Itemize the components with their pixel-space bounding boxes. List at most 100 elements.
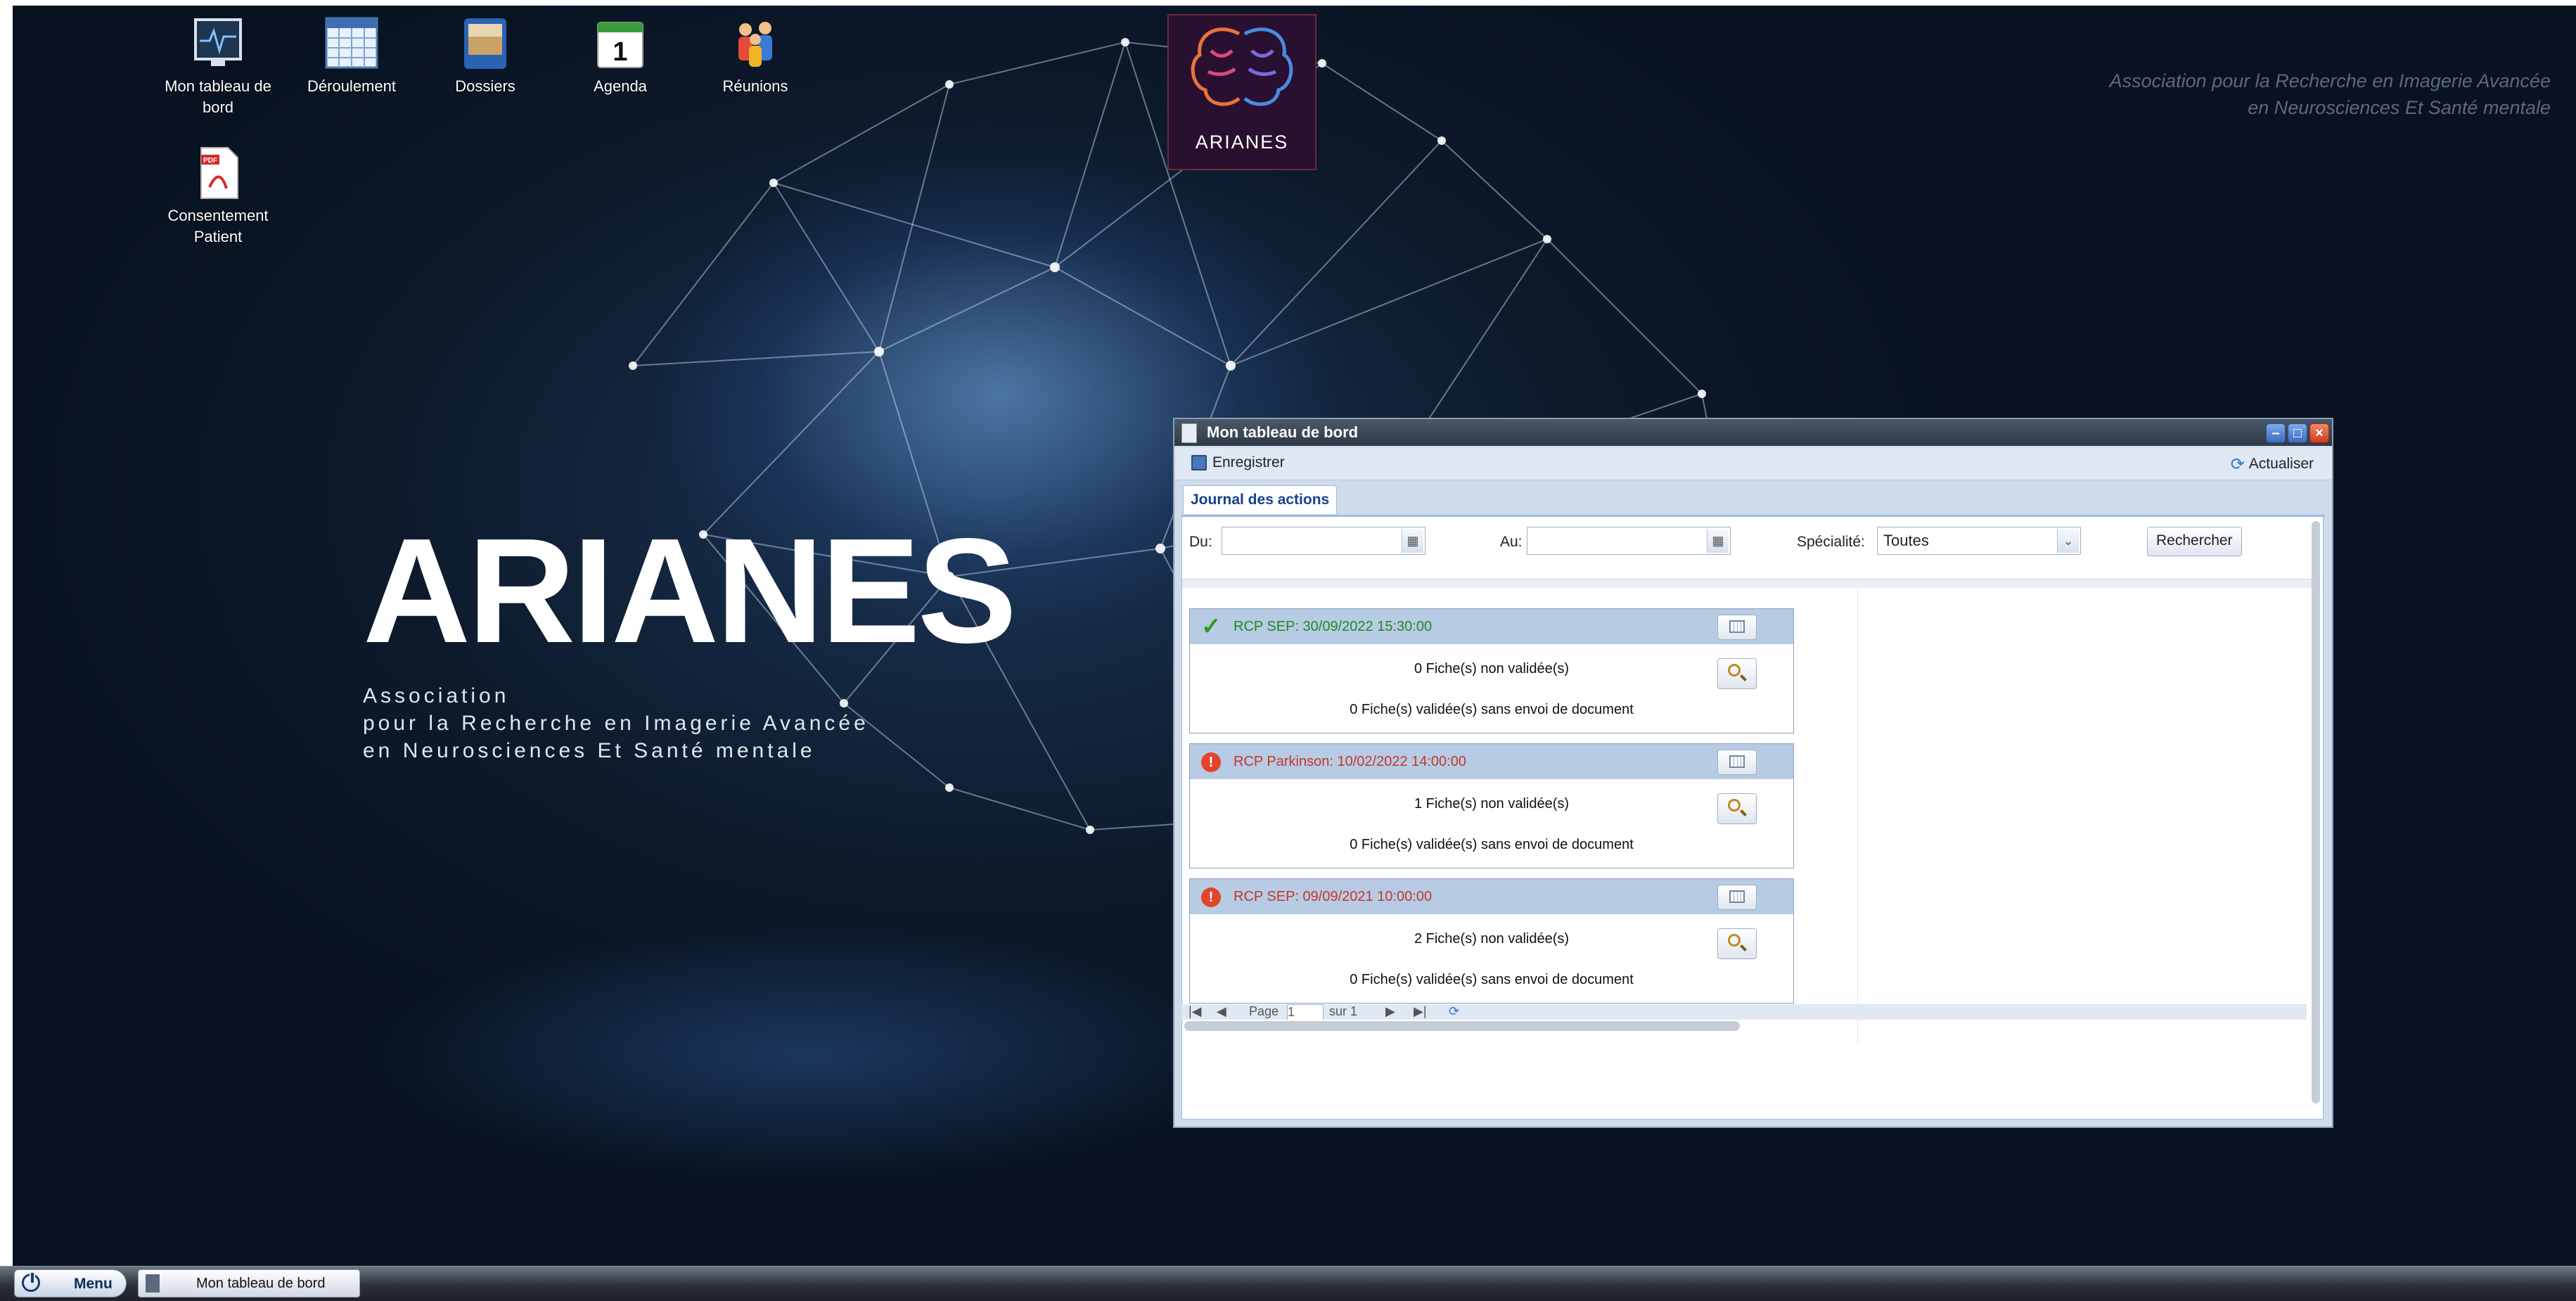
desktop-icon-dossiers[interactable]: Dossiers xyxy=(429,15,542,97)
specialty-select[interactable]: Toutes ⌄ xyxy=(1877,527,2081,555)
agenda-icon: 1 xyxy=(597,22,643,68)
tab-journal-des-actions[interactable]: Journal des actions xyxy=(1183,485,1338,514)
to-date-field[interactable]: ▦ xyxy=(1527,527,1731,555)
desktop-icon-label: Déroulement xyxy=(307,77,396,95)
subtitle-line: Association xyxy=(363,684,510,707)
pdf-icon: PDF xyxy=(200,147,238,199)
calendar-icon xyxy=(1729,755,1745,768)
save-label: Enregistrer xyxy=(1212,454,1285,470)
brain-logo-icon xyxy=(1191,27,1293,106)
brand-title: ARIANES xyxy=(363,507,1017,674)
menu-button[interactable]: Menu xyxy=(14,1269,127,1297)
from-label: Du: xyxy=(1189,534,1212,550)
search-button[interactable]: Rechercher xyxy=(2147,527,2242,556)
specialty-label: Spécialité: xyxy=(1797,534,1865,550)
calendar-picker-icon[interactable]: ▦ xyxy=(1402,529,1423,553)
meeting-card-header: ! RCP Parkinson: 10/02/2022 14:00:00 xyxy=(1190,744,1793,779)
warning-icon: ! xyxy=(1201,752,1221,772)
to-label: Au: xyxy=(1500,534,1523,550)
meeting-card-header: ✓ RCP SEP: 30/09/2022 15:30:00 xyxy=(1190,609,1793,644)
vertical-scrollbar[interactable] xyxy=(2312,521,2320,1103)
page-input[interactable]: 1 xyxy=(1287,1004,1324,1020)
window-toolbar: Enregistrer ⟳ Actualiser xyxy=(1174,447,2332,480)
column-separator xyxy=(1857,587,1858,1044)
first-page-icon[interactable]: |◀ xyxy=(1188,1004,1202,1019)
people-icon xyxy=(738,22,772,67)
arianes-logo: ARIANES xyxy=(1167,14,1316,170)
horizontal-scrollbar[interactable] xyxy=(1184,1021,1740,1031)
window-controls: – □ × xyxy=(2264,423,2329,450)
window-document-icon xyxy=(146,1274,160,1293)
menu-label: Menu xyxy=(74,1276,113,1292)
svg-text:PDF: PDF xyxy=(203,157,217,165)
prev-page-icon[interactable]: ◀ xyxy=(1217,1004,1226,1019)
desktop-icon-reunions[interactable]: Réunions xyxy=(699,15,812,97)
unvalidated-count: 1 Fiche(s) non validée(s) xyxy=(1414,796,1570,812)
desktop-icon-label: Réunions xyxy=(722,77,788,95)
meeting-card: ! RCP Parkinson: 10/02/2022 14:00:00 1 F… xyxy=(1189,743,1794,869)
dashboard-icon xyxy=(194,18,242,66)
meeting-card: ! RCP SEP: 09/09/2021 10:00:00 2 Fiche(s… xyxy=(1189,878,1794,1004)
folder-icon xyxy=(464,18,506,69)
meeting-title: RCP SEP: 30/09/2022 15:30:00 xyxy=(1233,619,1433,634)
tagline-line: en Neurosciences Et Santé mentale xyxy=(2248,97,2551,118)
last-page-icon[interactable]: ▶| xyxy=(1414,1004,1427,1019)
desktop-icon-agenda[interactable]: 1 Agenda xyxy=(564,15,677,97)
meeting-title: RCP SEP: 09/09/2021 10:00:00 xyxy=(1233,889,1433,904)
desktop: Mon tableau de bord Déroulement Dossiers… xyxy=(0,0,2576,1301)
save-button[interactable]: Enregistrer xyxy=(1191,454,1285,471)
desktop-icon-label: Mon tableau de bord xyxy=(165,77,271,116)
checkmark-icon: ✓ xyxy=(1201,613,1222,640)
calendar-icon xyxy=(1729,620,1745,633)
refresh-page-icon[interactable]: ⟳ xyxy=(1449,1004,1459,1019)
desktop-icon-deroulement[interactable]: Déroulement xyxy=(295,15,408,97)
specialty-value: Toutes xyxy=(1883,532,1929,549)
unvalidated-count: 0 Fiche(s) non validée(s) xyxy=(1414,661,1570,677)
desktop-icon-label: Dossiers xyxy=(455,77,515,95)
desktop-icon-label: Consentement Patient xyxy=(167,207,269,245)
calendar-button[interactable] xyxy=(1717,885,1757,910)
pagination-bar: |◀ ◀ Page 1 sur 1 ▶ ▶| ⟳ xyxy=(1181,1004,2307,1020)
chevron-down-icon[interactable]: ⌄ xyxy=(2057,529,2079,553)
meeting-title: RCP Parkinson: 10/02/2022 14:00:00 xyxy=(1233,754,1466,769)
meeting-card-header: ! RCP SEP: 09/09/2021 10:00:00 xyxy=(1190,879,1793,914)
window-titlebar[interactable]: Mon tableau de bord – □ × xyxy=(1174,419,2332,446)
window-title: Mon tableau de bord xyxy=(1207,423,1359,441)
calendar-button[interactable] xyxy=(1717,615,1757,640)
logo-name: ARIANES xyxy=(1195,132,1289,153)
svg-text:1: 1 xyxy=(613,37,627,67)
window-document-icon xyxy=(1181,423,1197,443)
calendar-picker-icon[interactable]: ▦ xyxy=(1707,529,1729,553)
from-date-field[interactable]: ▦ xyxy=(1222,527,1425,555)
meeting-card: ✓ RCP SEP: 30/09/2022 15:30:00 0 Fiche(s… xyxy=(1189,608,1794,733)
power-icon xyxy=(22,1271,40,1292)
page-count-label: sur 1 xyxy=(1329,1004,1358,1018)
refresh-icon: ⟳ xyxy=(2230,455,2245,474)
warning-icon: ! xyxy=(1201,887,1221,907)
validated-no-doc-count: 0 Fiche(s) validée(s) sans envoi de docu… xyxy=(1350,702,1634,717)
association-tagline: Association pour la Recherche en Imageri… xyxy=(2110,68,2551,121)
refresh-button[interactable]: ⟳ Actualiser xyxy=(2231,454,2314,475)
desktop-icon-dashboard[interactable]: Mon tableau de bord xyxy=(162,15,274,118)
desktop-icon-consentement[interactable]: PDF Consentement Patient xyxy=(162,145,274,248)
list-header xyxy=(1182,579,2312,588)
minimize-button[interactable]: – xyxy=(2266,423,2286,443)
page-label: Page xyxy=(1249,1004,1279,1018)
dashboard-window: Mon tableau de bord – □ × Enregistrer ⟳ Act… xyxy=(1173,418,2333,1128)
calendar-button[interactable] xyxy=(1717,750,1757,775)
taskbar-item-label: Mon tableau de bord xyxy=(196,1276,326,1291)
validated-no-doc-count: 0 Fiche(s) validée(s) sans envoi de docu… xyxy=(1350,837,1634,852)
maximize-button[interactable]: □ xyxy=(2288,423,2307,443)
floppy-disk-icon xyxy=(1191,455,1207,471)
taskbar-item-dashboard[interactable]: Mon tableau de bord xyxy=(138,1269,360,1297)
filter-bar: Du: ▦ Au: ▦ Spécialité: Toutes ⌄ Recherc… xyxy=(1182,517,2312,568)
desktop-icon-label: Agenda xyxy=(594,77,647,95)
calendar-icon xyxy=(1729,890,1745,903)
next-page-icon[interactable]: ▶ xyxy=(1385,1004,1395,1019)
close-button[interactable]: × xyxy=(2309,423,2329,443)
taskbar: Menu Mon tableau de bord xyxy=(0,1266,2576,1301)
unvalidated-count: 2 Fiche(s) non validée(s) xyxy=(1414,931,1570,947)
calendar-grid-icon xyxy=(325,17,378,69)
tagline-line: Association pour la Recherche en Imageri… xyxy=(2109,70,2551,91)
validated-no-doc-count: 0 Fiche(s) validée(s) sans envoi de docu… xyxy=(1350,972,1634,987)
